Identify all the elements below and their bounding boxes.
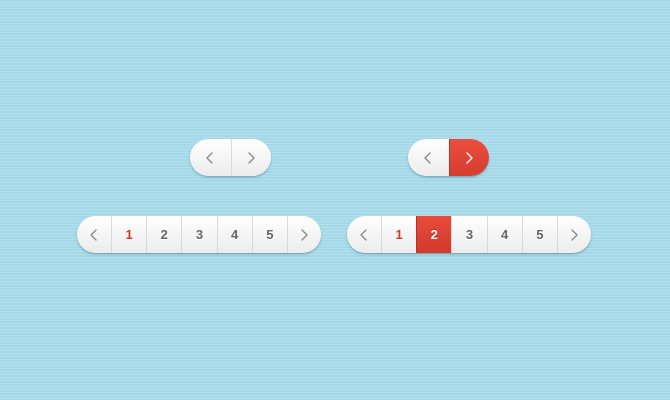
pager-numbered-b: 1 2 3 4 5 — [347, 216, 591, 253]
page-button-5[interactable]: 5 — [521, 216, 557, 253]
pager-small-active — [408, 139, 489, 176]
chevron-left-icon — [360, 228, 367, 241]
next-button[interactable] — [230, 139, 272, 176]
page-button-2[interactable]: 2 — [146, 216, 181, 253]
page-number: 3 — [465, 227, 474, 242]
chevron-right-icon — [301, 228, 309, 241]
page-button-4[interactable]: 4 — [486, 216, 522, 253]
page-button-3[interactable]: 3 — [181, 216, 216, 253]
chevron-left-icon — [424, 151, 431, 164]
page-button-1[interactable]: 1 — [111, 216, 146, 253]
page-number: 1 — [395, 227, 403, 242]
pager-numbered-a: 1 2 3 4 5 — [77, 216, 321, 253]
page-button-4[interactable]: 4 — [216, 216, 252, 253]
next-button[interactable] — [448, 139, 489, 176]
prev-button[interactable] — [408, 139, 449, 176]
pager-small-neutral — [190, 139, 271, 176]
chevron-right-icon — [466, 151, 473, 164]
chevron-left-icon — [90, 228, 97, 241]
next-button[interactable] — [286, 216, 321, 253]
page-number: 1 — [125, 227, 133, 242]
page-number: 2 — [430, 227, 438, 242]
chevron-right-icon — [571, 228, 579, 241]
page-number: 5 — [266, 227, 274, 242]
prev-button[interactable] — [347, 216, 381, 253]
prev-button[interactable] — [190, 139, 231, 176]
chevron-right-icon — [248, 151, 255, 164]
page-number: 3 — [195, 227, 204, 242]
next-button[interactable] — [556, 216, 591, 253]
page-button-3[interactable]: 3 — [451, 216, 486, 253]
page-number: 4 — [501, 227, 509, 242]
page-number: 5 — [536, 227, 544, 242]
page-button-2[interactable]: 2 — [416, 216, 452, 253]
prev-button[interactable] — [77, 216, 111, 253]
page-number: 4 — [231, 227, 239, 242]
page-button-5[interactable]: 5 — [251, 216, 287, 253]
chevron-left-icon — [206, 151, 213, 164]
page-number: 2 — [160, 227, 168, 242]
page-button-1[interactable]: 1 — [381, 216, 416, 253]
